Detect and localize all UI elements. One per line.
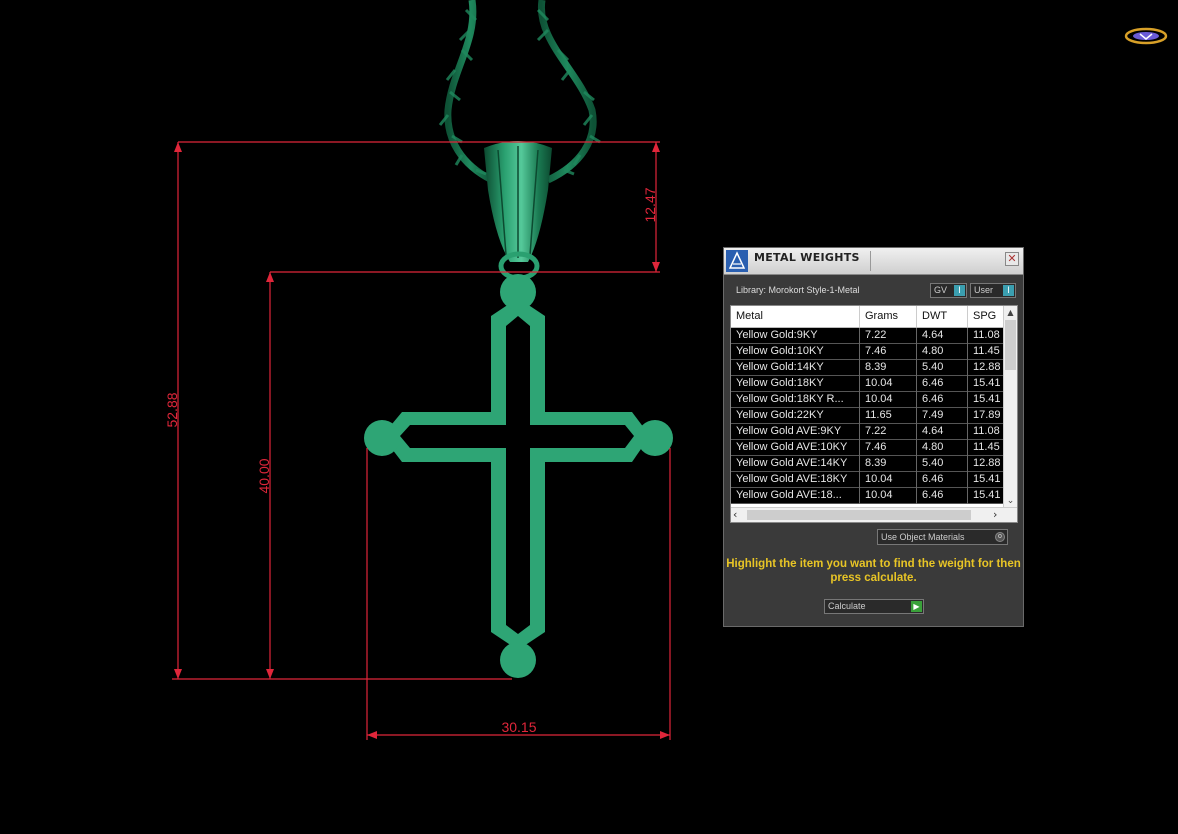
vertical-scrollbar[interactable]: ▲ ⌄ xyxy=(1003,306,1017,508)
table-header: Metal Grams DWT SPG xyxy=(731,306,1008,328)
dwt-cell: 4.80 xyxy=(917,440,968,456)
library-label: Library: Morokort Style-1-Metal xyxy=(736,285,860,295)
metal-cell: Yellow Gold AVE:18KY xyxy=(731,472,860,488)
dwt-cell: 4.64 xyxy=(917,424,968,440)
metal-cell: Yellow Gold:9KY xyxy=(731,328,860,344)
table-body: Yellow Gold:9KY 7.22 4.64 11.08 Yellow Gold:… xyxy=(731,328,1008,504)
dwt-cell: 4.80 xyxy=(917,344,968,360)
dwt-cell: 6.46 xyxy=(917,392,968,408)
horizontal-scrollbar[interactable]: ‹ › xyxy=(731,507,1017,522)
spg-cell: 11.08 xyxy=(968,424,1008,440)
column-header-metal[interactable]: Metal xyxy=(731,306,860,327)
spg-cell: 15.41 xyxy=(968,376,1008,392)
spg-cell: 15.41 xyxy=(968,392,1008,408)
metal-cell: Yellow Gold:18KY xyxy=(731,376,860,392)
spg-cell: 11.45 xyxy=(968,344,1008,360)
metal-weights-panel: METAL WEIGHTS ✕ Library: Morokort Style-… xyxy=(723,247,1024,627)
calculate-label: Calculate xyxy=(828,601,866,611)
dimension-bail-height: 12.47 xyxy=(642,187,658,222)
column-header-grams[interactable]: Grams xyxy=(860,306,917,327)
table-row[interactable]: Yellow Gold:9KY 7.22 4.64 11.08 xyxy=(731,328,1008,344)
grams-cell: 8.39 xyxy=(860,456,917,472)
bail xyxy=(484,141,552,281)
panel-titlebar[interactable]: METAL WEIGHTS ✕ xyxy=(724,248,1023,275)
column-header-dwt[interactable]: DWT xyxy=(917,306,968,327)
spg-cell: 11.45 xyxy=(968,440,1008,456)
metal-cell: Yellow Gold:18KY R... xyxy=(731,392,860,408)
metal-cell: Yellow Gold AVE:18... xyxy=(731,488,860,504)
metal-cell: Yellow Gold:22KY xyxy=(731,408,860,424)
grams-cell: 10.04 xyxy=(860,392,917,408)
dwt-cell: 7.49 xyxy=(917,408,968,424)
spg-cell: 17.89 xyxy=(968,408,1008,424)
table-row[interactable]: Yellow Gold AVE:14KY 8.39 5.40 12.88 xyxy=(731,456,1008,472)
user-toggle-label: User xyxy=(974,285,994,295)
panel-title: METAL WEIGHTS xyxy=(754,251,860,264)
grams-cell: 10.04 xyxy=(860,376,917,392)
scroll-left-icon[interactable]: ‹ xyxy=(733,508,745,522)
metal-table: Metal Grams DWT SPG Yellow Gold:9KY 7.22 4… xyxy=(730,305,1018,523)
grams-cell: 10.04 xyxy=(860,488,917,504)
table-row[interactable]: Yellow Gold:18KY R... 10.04 6.46 15.41 xyxy=(731,392,1008,408)
metal-weights-app-icon xyxy=(726,250,748,272)
dimension-cross-width: 30.15 xyxy=(501,719,536,735)
grams-cell: 10.04 xyxy=(860,472,917,488)
toggle-indicator-icon: I xyxy=(1003,285,1014,296)
table-row[interactable]: Yellow Gold:10KY 7.46 4.80 11.45 xyxy=(731,344,1008,360)
table-row[interactable]: Yellow Gold:14KY 8.39 5.40 12.88 xyxy=(731,360,1008,376)
grams-cell: 7.46 xyxy=(860,440,917,456)
instruction-text: Highlight the item you want to find the … xyxy=(726,558,1021,584)
spg-cell: 11.08 xyxy=(968,328,1008,344)
scroll-up-icon[interactable]: ▲ xyxy=(1004,306,1017,319)
column-header-spg[interactable]: SPG xyxy=(968,306,1008,327)
dimension-total-height: 52.88 xyxy=(164,392,180,427)
dimension-lines xyxy=(172,141,671,740)
dwt-cell: 5.40 xyxy=(917,360,968,376)
table-row[interactable]: Yellow Gold AVE:10KY 7.46 4.80 11.45 xyxy=(731,440,1008,456)
dwt-cell: 4.64 xyxy=(917,328,968,344)
close-icon: ✕ xyxy=(1007,252,1017,265)
spg-cell: 15.41 xyxy=(968,488,1008,504)
use-object-materials-button[interactable]: Use Object Materials o xyxy=(877,529,1008,545)
gv-toggle-label: GV xyxy=(934,285,948,295)
title-separator xyxy=(870,251,871,271)
table-row[interactable]: Yellow Gold:18KY 10.04 6.46 15.41 xyxy=(731,376,1008,392)
metal-cell: Yellow Gold AVE:9KY xyxy=(731,424,860,440)
table-row[interactable]: Yellow Gold:22KY 11.65 7.49 17.89 xyxy=(731,408,1008,424)
cross-pendant xyxy=(364,274,673,678)
metal-cell: Yellow Gold AVE:14KY xyxy=(731,456,860,472)
horizontal-scroll-thumb[interactable] xyxy=(747,510,971,520)
table-row[interactable]: Yellow Gold AVE:18KY 10.04 6.46 15.41 xyxy=(731,472,1008,488)
grams-cell: 7.46 xyxy=(860,344,917,360)
table-row[interactable]: Yellow Gold AVE:9KY 7.22 4.64 11.08 xyxy=(731,424,1008,440)
radio-indicator-icon: o xyxy=(995,532,1005,542)
use-object-materials-label: Use Object Materials xyxy=(881,532,965,542)
grams-cell: 7.22 xyxy=(860,328,917,344)
calculate-button[interactable]: Calculate ▶ xyxy=(824,599,924,614)
brand-logo-icon xyxy=(1124,27,1168,45)
grams-cell: 7.22 xyxy=(860,424,917,440)
dwt-cell: 6.46 xyxy=(917,376,968,392)
dwt-cell: 6.46 xyxy=(917,488,968,504)
spg-cell: 12.88 xyxy=(968,360,1008,376)
grams-cell: 8.39 xyxy=(860,360,917,376)
user-toggle[interactable]: User I xyxy=(970,283,1016,298)
spg-cell: 12.88 xyxy=(968,456,1008,472)
vertical-scroll-thumb[interactable] xyxy=(1005,320,1016,370)
spg-cell: 15.41 xyxy=(968,472,1008,488)
metal-cell: Yellow Gold:10KY xyxy=(731,344,860,360)
close-button[interactable]: ✕ xyxy=(1005,252,1019,266)
scroll-right-icon[interactable]: › xyxy=(993,508,1005,522)
gv-toggle[interactable]: GV I xyxy=(930,283,967,298)
dwt-cell: 5.40 xyxy=(917,456,968,472)
metal-cell: Yellow Gold:14KY xyxy=(731,360,860,376)
toggle-indicator-icon: I xyxy=(954,285,965,296)
table-row[interactable]: Yellow Gold AVE:18... 10.04 6.46 15.41 xyxy=(731,488,1008,504)
play-arrow-icon: ▶ xyxy=(911,601,922,612)
metal-cell: Yellow Gold AVE:10KY xyxy=(731,440,860,456)
dimension-cross-height: 40.00 xyxy=(256,458,272,493)
grams-cell: 11.65 xyxy=(860,408,917,424)
dwt-cell: 6.46 xyxy=(917,472,968,488)
